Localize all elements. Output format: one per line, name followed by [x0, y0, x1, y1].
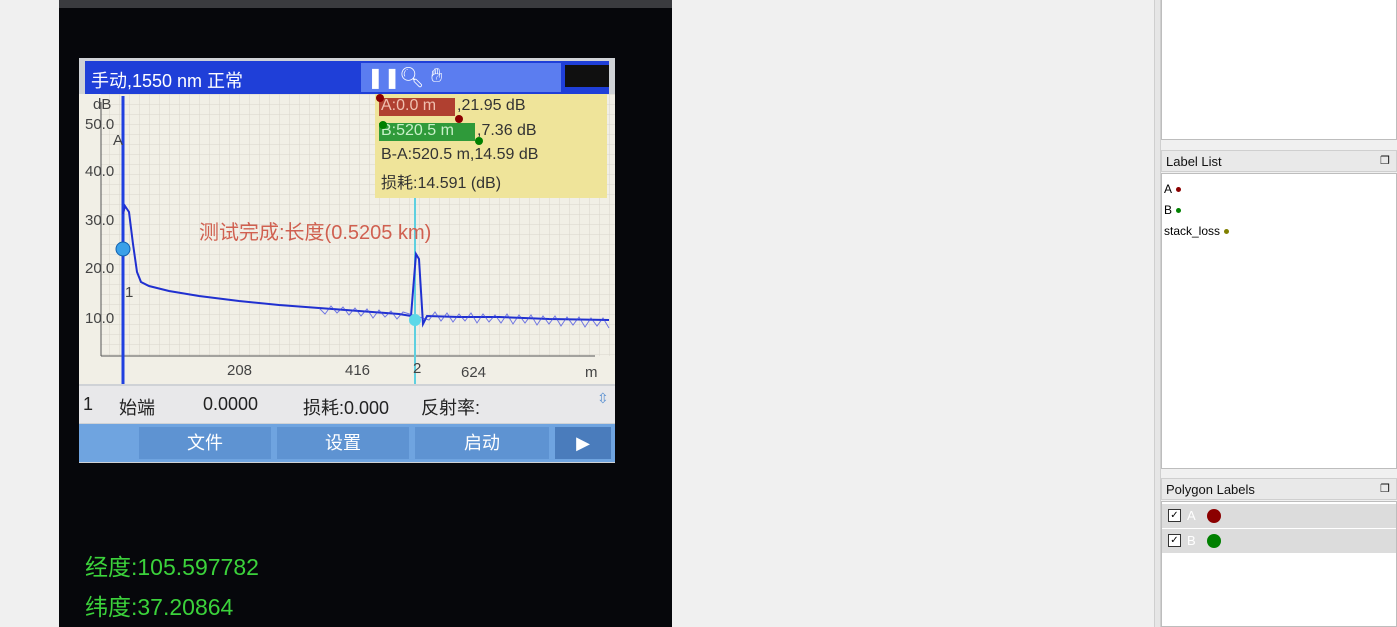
hand-icon: ✋︎: [431, 65, 443, 87]
marker-a-label: A: [113, 132, 124, 149]
polygon-label-name: A: [1187, 508, 1196, 523]
label-list-item[interactable]: B: [1164, 203, 1182, 217]
legend-loss: 损耗:14.591 (dB): [381, 175, 502, 192]
otdr-menubar: 文件 设置 启动 ▶: [79, 424, 615, 462]
scroll-arrows-icon: ⇳: [597, 390, 609, 406]
label-list-header: Label List ❐: [1161, 150, 1397, 172]
y-tick: 20.0: [85, 260, 115, 277]
event-reflectance: 反射率:: [421, 398, 481, 418]
legend-ba: B-A:520.5 m,14.59 dB: [381, 146, 539, 163]
y-tick: 50.0: [85, 116, 115, 133]
otdr-title: 手动,1550 nm 正常: [91, 71, 244, 91]
legend-b-value: ,7.36 dB: [477, 122, 537, 139]
label-name: stack_loss: [1164, 224, 1221, 238]
battery-indicator: [565, 65, 609, 87]
image-canvas[interactable]: 手动,1550 nm 正常 ❚❚ 🔍︎ ✋︎ A:0.0 m ,21.95 dB…: [59, 0, 672, 627]
x-tick: 416: [345, 362, 371, 379]
menu-start: 启动: [415, 427, 549, 459]
marker-b-point: [409, 314, 421, 326]
device-top-edge: [59, 0, 672, 8]
pause-icon: ❚❚: [367, 67, 401, 89]
y-unit: dB: [93, 96, 112, 113]
menu-next-arrow: ▶: [555, 427, 611, 459]
polygon-label-row[interactable]: ✓ A: [1162, 504, 1396, 528]
menu-file: 文件: [139, 427, 271, 459]
x-tick: 208: [227, 362, 253, 379]
x-tick: 624: [461, 364, 487, 381]
float-dock-icon[interactable]: ❐: [1380, 482, 1390, 495]
visibility-checkbox[interactable]: ✓: [1168, 534, 1181, 547]
label-color-dot: [1176, 208, 1182, 214]
polygon-labels-header: Polygon Labels ❐: [1161, 478, 1397, 500]
otdr-toolbar: ❚❚ 🔍︎ ✋︎: [361, 63, 561, 92]
zoom-icon: 🔍︎: [399, 67, 425, 89]
test-message: 测试完成:长度(0.5205 km): [199, 222, 432, 244]
latitude-text: 纬度:37.20864: [85, 594, 234, 620]
y-tick: 30.0: [85, 212, 115, 229]
marker-a-point: [115, 241, 131, 257]
file-list-panel: [1161, 0, 1397, 140]
legend-a-value: ,21.95 dB: [457, 97, 526, 114]
cursor-legend: A:0.0 m ,21.95 dB B:520.5 m ,7.36 dB B-A…: [375, 94, 607, 198]
polygon-labels-title: Polygon Labels: [1166, 482, 1255, 497]
event-status-row: 1 始端 0.0000 损耗:0.000 反射率: ⇳: [79, 386, 615, 423]
y-tick: 40.0: [85, 163, 115, 180]
label-list-body: A B stack_loss: [1161, 173, 1397, 469]
polygon-label-name: B: [1187, 533, 1196, 548]
panel-splitter[interactable]: [1154, 0, 1161, 627]
menu-settings: 设置: [277, 427, 409, 459]
legend-b: B:520.5 m: [381, 122, 454, 139]
event-2-label: 2: [413, 360, 422, 377]
event-index: 1: [83, 394, 94, 414]
label-list-item[interactable]: A: [1164, 182, 1182, 196]
otdr-screen: 手动,1550 nm 正常 ❚❚ 🔍︎ ✋︎ A:0.0 m ,21.95 dB…: [79, 58, 615, 463]
polygon-color-dot: [1207, 534, 1221, 548]
label-name: A: [1164, 182, 1173, 196]
label-list-item[interactable]: stack_loss: [1164, 224, 1230, 238]
legend-a: A:0.0 m: [381, 97, 437, 114]
event-type: 始端: [119, 398, 155, 418]
label-name: B: [1164, 203, 1173, 217]
visibility-checkbox[interactable]: ✓: [1168, 509, 1181, 522]
longitude-text: 经度:105.597782: [85, 554, 259, 580]
event-position: 0.0000: [203, 394, 259, 414]
event-loss: 损耗:0.000: [303, 398, 390, 418]
x-unit: m: [585, 364, 598, 381]
label-list-title: Label List: [1166, 154, 1222, 169]
y-tick: 10.0: [85, 310, 115, 327]
event-1-label: 1: [125, 284, 134, 301]
polygon-label-row[interactable]: ✓ B: [1162, 529, 1396, 553]
label-color-dot: [1224, 229, 1230, 235]
otdr-titlebar: 手动,1550 nm 正常 ❚❚ 🔍︎ ✋︎: [85, 61, 609, 94]
polygon-labels-body: ✓ A ✓ B: [1161, 501, 1397, 627]
polygon-color-dot: [1207, 509, 1221, 523]
float-dock-icon[interactable]: ❐: [1380, 154, 1390, 167]
label-color-dot: [1176, 187, 1182, 193]
trace-plot: A:0.0 m ,21.95 dB B:520.5 m ,7.36 dB B-A…: [79, 94, 615, 384]
